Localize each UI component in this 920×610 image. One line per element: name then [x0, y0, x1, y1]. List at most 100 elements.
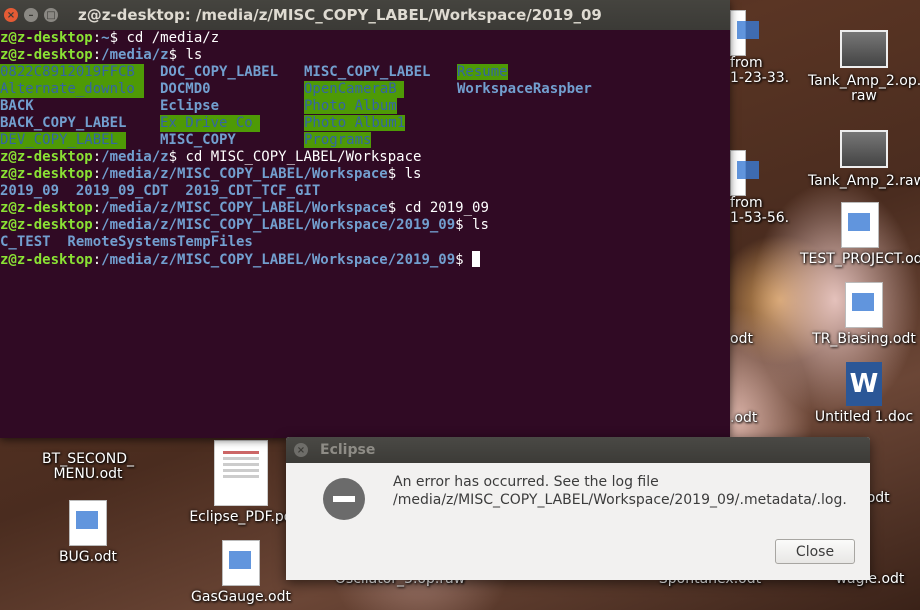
prompt-command: $ ls [455, 217, 489, 233]
ls-entry: Eclipse [160, 98, 220, 114]
ls-output-row: DEV_COPY_LABEL MISC_COPY Programs [0, 132, 730, 149]
icon-label: MENU.odt [53, 466, 123, 482]
terminal-line: z@z-desktop:/media/z/MISC_COPY_LABEL/Wor… [0, 200, 489, 216]
ls-entry: MISC_COPY_LABEL [304, 64, 431, 80]
error-message-line1: An error has occurred. See the log file [393, 474, 659, 490]
prompt-command: $ cd 2019_09 [387, 200, 489, 216]
terminal-line: z@z-desktop:/media/z/MISC_COPY_LABEL/Wor… [0, 217, 489, 233]
minimize-window-icon[interactable]: – [24, 8, 38, 22]
desktop-icon-tank-amp-2-raw[interactable]: Tank_Amp_2.raw [808, 130, 920, 189]
prompt-command: $ ls [387, 166, 422, 182]
prompt-path: /media/z [101, 149, 169, 165]
terminal-output[interactable]: z@z-desktop:~$ cd /media/z z@z-desktop:/… [0, 30, 730, 268]
prompt-path: /media/z/MISC_COPY_LABEL/Workspace [101, 166, 388, 182]
icon-label: GasGauge.odt [191, 589, 291, 605]
prompt-path: /media/z/MISC_COPY_LABEL/Workspace/2019_… [101, 217, 456, 233]
ls-output-row: BACK Eclipse Photo Album [0, 98, 730, 115]
icon-label: odt [730, 331, 753, 347]
icon-label: raw [851, 88, 877, 104]
ls-output-row: BACK_COPY_LABEL Ex Drive Co Photo Album1 [0, 115, 730, 132]
terminal-line: z@z-desktop:/media/z$ cd MISC_COPY_LABEL… [0, 149, 422, 165]
ls-entry: BACK_COPY_LABEL [0, 115, 127, 131]
ls-entry: MISC_COPY [160, 132, 236, 148]
ls-output-row: 2019_09 2019_09_CDT 2019_CDT_TCF_GIT [0, 183, 321, 199]
writer-doc-icon [845, 282, 883, 328]
maximize-window-icon[interactable]: □ [44, 8, 58, 22]
file-icon [730, 10, 759, 56]
icon-label: BT_SECOND_ [42, 451, 134, 467]
ls-entry: Photo Album1 [304, 115, 406, 131]
ls-entry: DEV_COPY_LABEL [0, 132, 126, 149]
ls-entry: WorkspaceRaspber [457, 81, 592, 97]
desktop-icon-gasgauge[interactable]: GasGauge.odt [183, 540, 299, 605]
ls-entry: 0822C8912019FFCB [0, 64, 144, 81]
desktop-icon-test-project[interactable]: TEST_PROJECT.od [800, 202, 920, 267]
prompt-user: z@z-desktop [0, 166, 93, 182]
ls-entry: BACK [0, 98, 34, 114]
icon-label: 1-23-33. [730, 70, 790, 86]
terminal-window[interactable]: × – □ z@z-desktop: /media/z/MISC_COPY_LA… [0, 0, 730, 438]
prompt-user: z@z-desktop [0, 47, 93, 63]
image-file-icon [840, 30, 888, 68]
close-window-icon[interactable]: × [4, 8, 18, 22]
prompt-user: z@z-desktop [0, 200, 93, 216]
icon-label: TEST_PROJECT.od [800, 251, 920, 267]
ls-output-row: 0822C8912019FFCB DOC_COPY_LABEL MISC_COPY_… [0, 64, 730, 81]
terminal-title: z@z-desktop: /media/z/MISC_COPY_LABEL/Wo… [78, 6, 602, 24]
desktop-icon-bug[interactable]: BUG.odt [28, 500, 148, 565]
prompt-user: z@z-desktop [0, 252, 93, 268]
ls-entry: Ex Drive Co [160, 115, 260, 132]
prompt-path: /media/z/MISC_COPY_LABEL/Workspace/2019_… [101, 252, 456, 268]
desktop-icon-partial-4[interactable]: .odt [730, 411, 770, 426]
ls-entry: DOCMD0 [160, 81, 211, 97]
icon-label: from [730, 55, 763, 71]
prompt-path: /media/z [101, 47, 169, 63]
error-message-line2: /media/z/MISC_COPY_LABEL/Workspace/2019_… [393, 492, 847, 508]
ls-entry: Photo Album [304, 98, 397, 114]
terminal-cursor [472, 251, 481, 267]
writer-doc-icon [69, 500, 107, 546]
desktop-icon-bt-second-menu[interactable]: BT_SECOND_ MENU.odt [28, 438, 148, 482]
icon-label: from [730, 195, 763, 211]
close-dialog-icon[interactable]: × [294, 443, 308, 457]
terminal-line[interactable]: z@z-desktop:/media/z/MISC_COPY_LABEL/Wor… [0, 251, 730, 268]
icon-label: .odt [730, 410, 758, 426]
pdf-file-icon [214, 440, 268, 506]
ls-output-row: C_TEST RemoteSystemsTempFiles [0, 234, 253, 250]
terminal-titlebar[interactable]: × – □ z@z-desktop: /media/z/MISC_COPY_LA… [0, 0, 730, 30]
prompt-command: $ cd MISC_COPY_LABEL/Workspace [168, 149, 422, 165]
icon-label: Tank_Amp_2.raw [808, 173, 920, 189]
prompt-user: z@z-desktop [0, 30, 93, 46]
ls-entry: Resume [457, 64, 508, 80]
prompt-user: z@z-desktop [0, 149, 93, 165]
desktop-icon-tr-biasing[interactable]: TR_Biasing.odt [808, 282, 920, 347]
desktop-icon-partial-3[interactable]: odt [730, 332, 770, 347]
writer-doc-icon [222, 540, 260, 586]
dialog-titlebar[interactable]: × Eclipse [286, 437, 870, 463]
icon-label: TR_Biasing.odt [812, 331, 916, 347]
icon-label: 1-53-56. [730, 210, 790, 226]
writer-doc-icon [841, 202, 879, 248]
desktop-icon-tank-amp-2-op[interactable]: Tank_Amp_2.op. raw [808, 30, 920, 104]
icon-label: Tank_Amp_2.op. [808, 73, 920, 89]
ls-entry: Programs [304, 132, 372, 148]
prompt-path: ~ [101, 30, 110, 46]
icon-label: Eclipse_PDF.pd [189, 509, 293, 525]
desktop-icon-partial-2[interactable]: from 1-53-56. [730, 150, 790, 226]
prompt-command: $ [455, 252, 473, 268]
terminal-line: z@z-desktop:/media/z$ ls [0, 47, 203, 63]
desktop-icon-untitled-doc[interactable]: W Untitled 1.doc [808, 362, 920, 425]
image-file-icon [840, 130, 888, 168]
dialog-title: Eclipse [320, 442, 376, 458]
word-doc-icon: W [846, 362, 882, 406]
file-icon [730, 150, 759, 196]
eclipse-error-dialog[interactable]: × Eclipse An error has occurred. See the… [286, 437, 870, 580]
desktop-icon-eclipse-pdf[interactable]: Eclipse_PDF.pd [183, 440, 299, 525]
ls-entry: DOC_COPY_LABEL [160, 64, 279, 80]
ls-output-row: Alternate_downlo DOCMD0 OpenCameraB Workspa… [0, 81, 730, 98]
ls-entry: OpenCameraB [304, 81, 404, 98]
terminal-line: z@z-desktop:/media/z/MISC_COPY_LABEL/Wor… [0, 166, 422, 182]
close-button[interactable]: Close [775, 539, 855, 564]
desktop-icon-partial-1[interactable]: from 1-23-33. [730, 10, 790, 86]
prompt-path: /media/z/MISC_COPY_LABEL/Workspace [101, 200, 388, 216]
